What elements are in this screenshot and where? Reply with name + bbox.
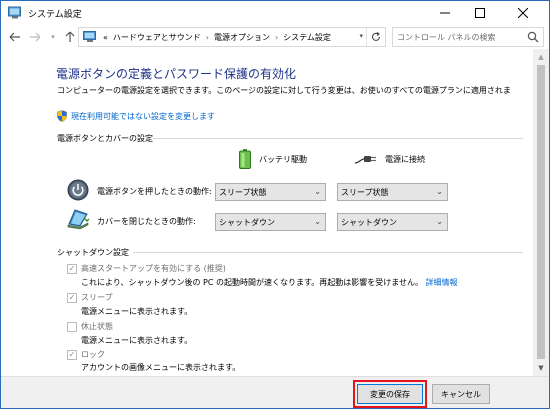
save-changes-button[interactable]: 変更の保存 xyxy=(353,380,427,408)
page-description: コンピューターの電源設定を選択できます。このページの設定に対して行う変更は、お使… xyxy=(57,86,511,95)
chevron-down-icon: ⌄ xyxy=(314,187,321,196)
window-title: システム設定 xyxy=(28,10,82,20)
title-bar: システム設定 xyxy=(1,1,549,25)
chevron-down-icon: ⌄ xyxy=(436,187,443,196)
lock-checkbox[interactable]: ✓ xyxy=(67,350,77,360)
search-icon xyxy=(527,31,539,43)
scroll-down-arrow-icon[interactable]: ▼ xyxy=(533,360,549,376)
lid-close-action-label: カバーを閉じたときの動作: xyxy=(97,217,196,226)
power-button-icon xyxy=(67,179,89,201)
page-title: 電源ボタンの定義とパスワード保護の有効化 xyxy=(56,67,297,81)
power-plug-icon xyxy=(355,156,376,164)
address-dropdown-icon[interactable]: ▾ xyxy=(359,32,363,40)
back-button[interactable] xyxy=(8,29,22,45)
power-section-divider xyxy=(153,138,523,139)
power-button-ac-value: スリープ状態 xyxy=(341,187,389,197)
chevron-down-icon: ▾ xyxy=(51,33,55,41)
sleep-option[interactable]: ✓ スリープ xyxy=(67,292,113,303)
chevron-right-icon[interactable]: › xyxy=(275,33,278,42)
chevron-down-icon: ⌄ xyxy=(314,217,321,226)
breadcrumb: « ハードウェアとサウンド › 電源オプション › システム設定 xyxy=(103,32,331,43)
lid-close-ac-value: シャットダウン xyxy=(341,217,397,227)
fast-startup-description: これにより、シャットダウン後の PC の起動時間が速くなります。再起動は影響を受… xyxy=(81,277,458,288)
cancel-button[interactable]: キャンセル xyxy=(432,384,490,404)
hibernate-description: 電源メニューに表示されます。 xyxy=(81,336,193,345)
fast-startup-option[interactable]: ✓ 高速スタートアップを有効にする (推奨) xyxy=(67,263,226,274)
system-settings-window: システム設定 ▾ « ハードウェアとサウンド › 電源オプション › システム設… xyxy=(0,0,550,409)
laptop-lid-icon xyxy=(67,209,90,230)
sleep-description: 電源メニューに表示されます。 xyxy=(81,307,193,316)
refresh-icon xyxy=(371,32,380,41)
arrow-up-icon xyxy=(65,31,75,42)
hibernate-label: 休止状態 xyxy=(81,322,113,331)
lid-close-battery-value: シャットダウン xyxy=(219,217,275,227)
refresh-button[interactable] xyxy=(366,28,384,46)
close-icon xyxy=(518,8,528,18)
arrow-left-icon xyxy=(9,32,20,42)
main-content: 電源ボタンの定義とパスワード保護の有効化 コンピューターの電源設定を選択できます… xyxy=(1,49,549,376)
lid-close-battery-select[interactable]: シャットダウン ⌄ xyxy=(215,213,326,231)
address-bar[interactable]: « ハードウェアとサウンド › 電源オプション › システム設定 ▾ xyxy=(78,27,386,47)
lock-option[interactable]: ✓ ロック xyxy=(67,349,105,360)
lock-description: アカウントの画像メニューに表示されます。 xyxy=(81,363,241,372)
scroll-thumb[interactable] xyxy=(537,65,545,359)
power-button-action-label: 電源ボタンを押したときの動作: xyxy=(97,187,212,196)
navigation-bar: ▾ « ハードウェアとサウンド › 電源オプション › システム設定 ▾ xyxy=(1,25,549,49)
ac-column-label: 電源に接続 xyxy=(385,154,425,164)
up-button[interactable] xyxy=(63,29,77,45)
hibernate-option[interactable]: 休止状態 xyxy=(67,321,113,332)
change-unavailable-settings-label[interactable]: 現在利用可能ではない設定を変更します xyxy=(71,111,215,122)
breadcrumb-item-power-options[interactable]: 電源オプション xyxy=(214,32,270,43)
breadcrumb-item-system-settings[interactable]: システム設定 xyxy=(283,32,331,43)
shutdown-section-label: シャットダウン設定 xyxy=(57,248,129,257)
close-button[interactable] xyxy=(506,1,540,25)
sleep-label: スリープ xyxy=(81,293,113,302)
hibernate-checkbox[interactable] xyxy=(67,322,77,332)
battery-icon xyxy=(239,149,251,169)
power-button-battery-value: スリープ状態 xyxy=(219,187,267,197)
control-panel-icon xyxy=(83,31,96,42)
forward-button[interactable] xyxy=(28,29,42,45)
minimize-button[interactable] xyxy=(428,1,462,25)
lid-close-ac-select[interactable]: シャットダウン ⌄ xyxy=(337,213,448,231)
sleep-checkbox[interactable]: ✓ xyxy=(67,293,77,303)
change-unavailable-settings-link[interactable]: 現在利用可能ではない設定を変更します xyxy=(57,110,215,122)
maximize-button[interactable] xyxy=(463,1,497,25)
recent-locations-button[interactable]: ▾ xyxy=(46,29,60,45)
search-input[interactable] xyxy=(397,30,522,44)
battery-column-header: バッテリ駆動 xyxy=(239,149,307,169)
footer-bar: 変更の保存 キャンセル xyxy=(1,376,549,408)
vertical-scrollbar[interactable]: ▲ ▼ xyxy=(533,49,549,376)
fast-startup-checkbox[interactable]: ✓ xyxy=(67,264,77,274)
scroll-up-arrow-icon[interactable]: ▲ xyxy=(533,49,549,65)
breadcrumb-item-hardware[interactable]: ハードウェアとサウンド xyxy=(113,32,201,43)
uac-shield-icon xyxy=(57,110,67,122)
minimize-icon xyxy=(440,12,450,14)
fast-startup-description-text: これにより、シャットダウン後の PC の起動時間が速くなります。再起動は影響を受… xyxy=(81,278,423,287)
chevron-down-icon: ⌄ xyxy=(436,217,443,226)
ac-column-header: 電源に接続 xyxy=(355,153,425,165)
breadcrumb-overflow[interactable]: « xyxy=(103,33,108,42)
fast-startup-label: 高速スタートアップを有効にする (推奨) xyxy=(81,264,226,273)
lock-label: ロック xyxy=(81,350,105,359)
arrow-right-icon xyxy=(30,32,41,42)
battery-column-label: バッテリ駆動 xyxy=(259,154,307,164)
shutdown-section-divider xyxy=(133,252,523,253)
more-info-link[interactable]: 詳細情報 xyxy=(426,278,458,287)
power-section-label: 電源ボタンとカバーの設定 xyxy=(57,134,153,143)
chevron-right-icon[interactable]: › xyxy=(206,33,209,42)
power-button-battery-select[interactable]: スリープ状態 ⌄ xyxy=(215,183,326,201)
maximize-icon xyxy=(475,8,485,18)
power-button-ac-select[interactable]: スリープ状態 ⌄ xyxy=(337,183,448,201)
search-box[interactable] xyxy=(392,27,544,47)
control-panel-icon xyxy=(8,6,21,19)
